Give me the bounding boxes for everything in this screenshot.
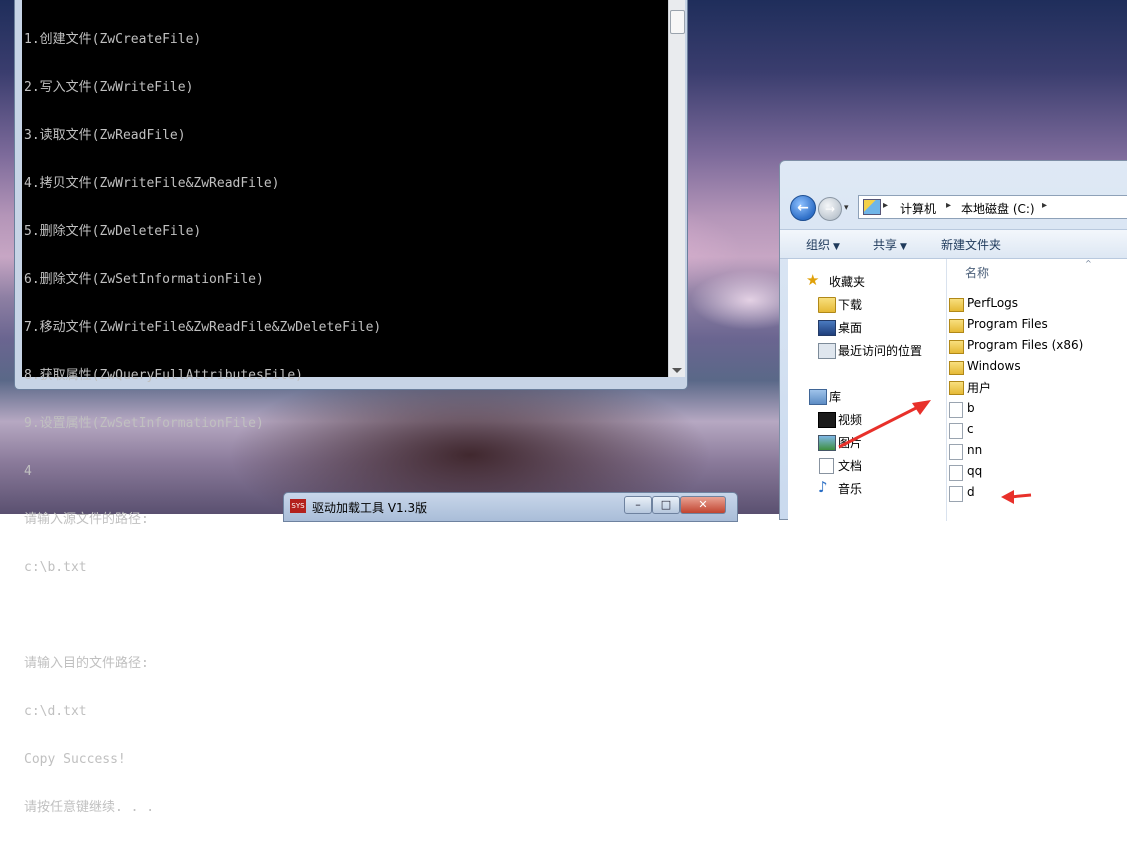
console-line: 请输入目的文件路径: bbox=[24, 656, 149, 671]
annotation-arrows bbox=[838, 400, 1032, 504]
console-line: c:\d.txt bbox=[24, 704, 87, 719]
console-line: c:\b.txt bbox=[24, 560, 87, 575]
annotation-arrow-icon bbox=[838, 400, 931, 449]
console-line: 请按任意键继续. . . bbox=[24, 800, 155, 815]
console-line: Copy Success! bbox=[24, 752, 126, 767]
annotation-arrow-icon bbox=[1001, 490, 1032, 504]
